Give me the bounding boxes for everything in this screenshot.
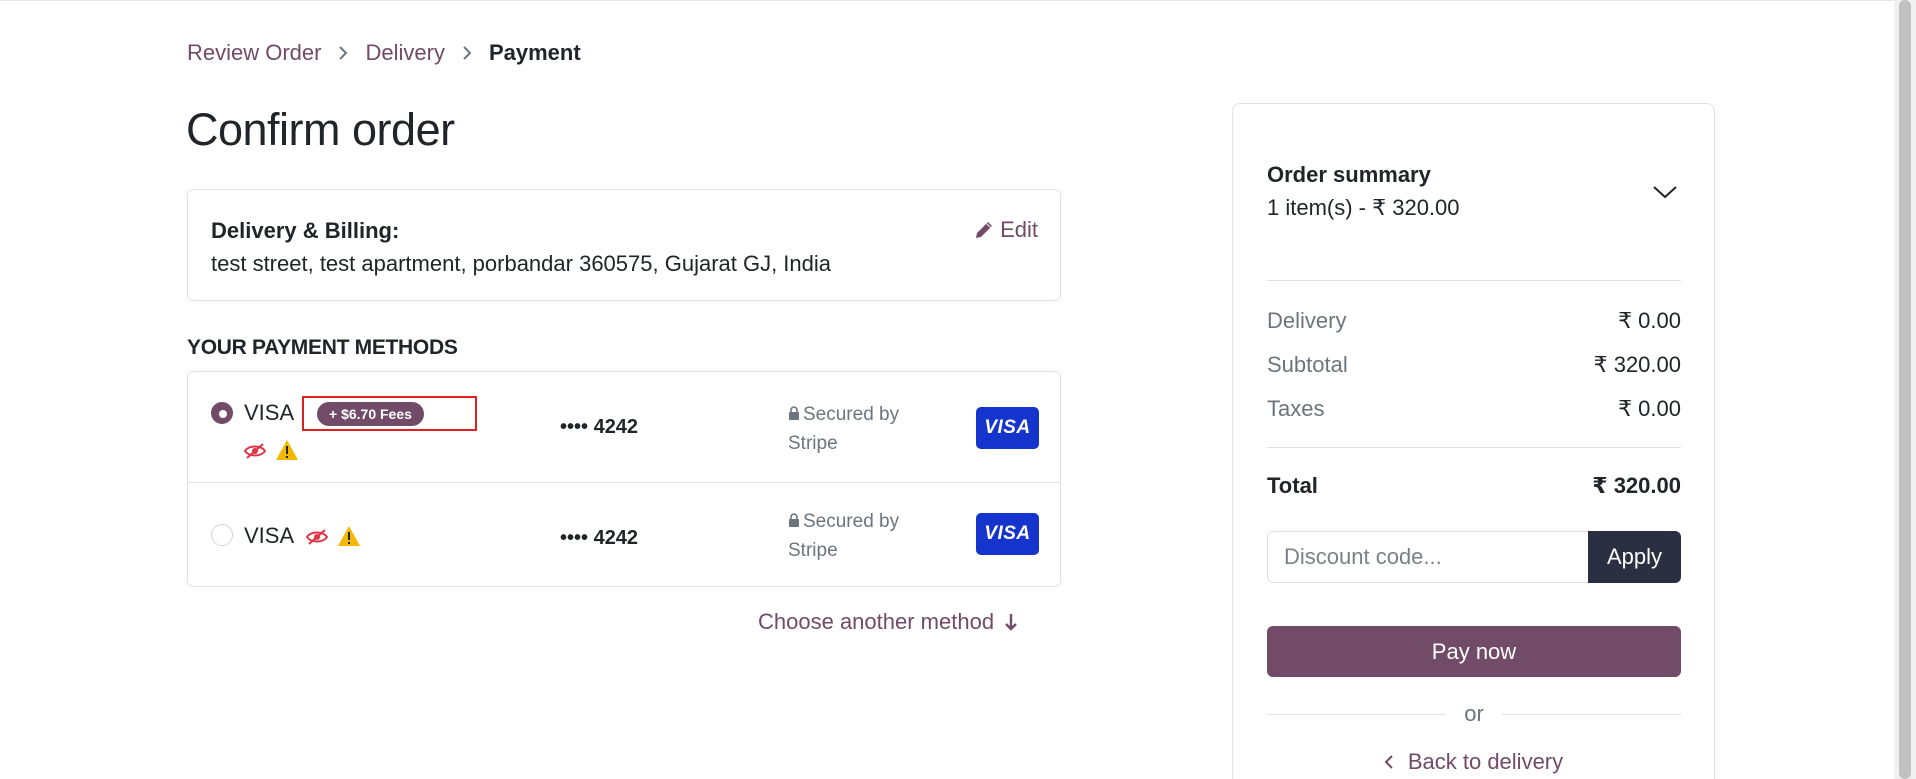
visa-logo: VISA [976,407,1039,449]
secured-by-stripe: Secured by Stripe [788,400,918,458]
top-border [0,0,1916,1]
payment-method-row[interactable]: VISA + $6.70 Fees •••• 4242 Secured by S… [188,372,1060,483]
delivery-address: test street, test apartment, porbandar 3… [211,251,832,276]
breadcrumb-delivery[interactable]: Delivery [365,40,444,66]
payment-methods-heading: YOUR PAYMENT METHODS [187,336,458,359]
chevron-left-icon [1384,755,1393,769]
lock-icon [789,406,799,420]
or-line [1267,713,1447,715]
payment-method-row[interactable]: VISA •••• 4242 Secured by Stripe VISA [188,483,1060,587]
payment-method-radio[interactable] [211,524,233,546]
pencil-icon [976,222,993,238]
lock-icon [789,513,799,527]
apply-discount-button[interactable]: Apply [1588,531,1681,583]
order-summary-card: Order summary 1 item(s) - ₹ 320.00 Deliv… [1232,103,1715,779]
subtotal-value: ₹ 320.00 [1593,352,1681,377]
summary-row-subtotal: Subtotal ₹ 320.00 [1267,352,1681,378]
breadcrumb-payment: Payment [488,40,581,65]
warning-icon [338,526,360,546]
card-last4: •••• 4242 [560,416,639,438]
chevron-right-icon [321,45,365,61]
pay-now-button[interactable]: Pay now [1267,626,1681,677]
choose-another-label: Choose another method [758,609,995,634]
or-separator: or [1267,701,1681,727]
eye-slash-icon [305,529,329,545]
payment-method-name: VISA [244,400,295,425]
page-scrollbar[interactable] [1894,0,1916,779]
choose-another-method-link[interactable]: Choose another method [758,609,1018,635]
chevron-right-icon [445,45,489,61]
back-to-delivery-label: Back to delivery [1407,749,1564,774]
eye-slash-icon [243,443,267,459]
summary-row-total: Total ₹ 320.00 [1267,473,1681,499]
fee-badge: + $6.70 Fees [317,402,424,426]
back-to-delivery-link[interactable]: Back to delivery [1233,749,1714,775]
secured-label: Secured by Stripe [788,511,900,561]
chevron-down-icon[interactable] [1652,184,1678,200]
warning-icon [276,440,298,460]
delivery-billing-title: Delivery & Billing: [211,218,400,243]
scrollbar-thumb[interactable] [1899,0,1911,779]
total-value: ₹ 320.00 [1592,473,1681,498]
summary-divider [1267,280,1681,281]
order-summary-title: Order summary [1267,162,1431,187]
delivery-label: Delivery [1267,308,1347,333]
breadcrumb: Review Order Delivery Payment [187,40,581,66]
total-label: Total [1267,473,1318,498]
secured-by-stripe: Secured by Stripe [788,507,918,565]
or-line [1501,713,1681,715]
arrow-down-icon [1005,614,1017,631]
or-label: or [1464,701,1484,726]
visa-logo: VISA [976,513,1039,555]
order-summary-items: 1 item(s) - ₹ 320.00 [1267,195,1460,220]
edit-label: Edit [1000,217,1038,242]
summary-divider [1267,447,1681,448]
card-last4: •••• 4242 [560,527,639,549]
payment-method-radio[interactable] [211,402,233,424]
payment-methods-list: VISA + $6.70 Fees •••• 4242 Secured by S… [187,371,1061,587]
discount-code-input[interactable] [1267,531,1588,583]
payment-method-name: VISA [244,523,295,548]
breadcrumb-review-order[interactable]: Review Order [187,40,321,66]
edit-delivery-link[interactable]: Edit [974,217,1038,243]
delivery-value: ₹ 0.00 [1618,308,1681,333]
summary-row-taxes: Taxes ₹ 0.00 [1267,396,1681,422]
delivery-billing-card: Delivery & Billing: test street, test ap… [187,189,1061,301]
page-title: Confirm order [186,104,455,155]
secured-label: Secured by Stripe [788,404,900,454]
discount-group: Apply [1267,531,1681,583]
taxes-value: ₹ 0.00 [1618,396,1681,421]
subtotal-label: Subtotal [1267,352,1348,377]
taxes-label: Taxes [1267,396,1325,421]
summary-row-delivery: Delivery ₹ 0.00 [1267,308,1681,334]
